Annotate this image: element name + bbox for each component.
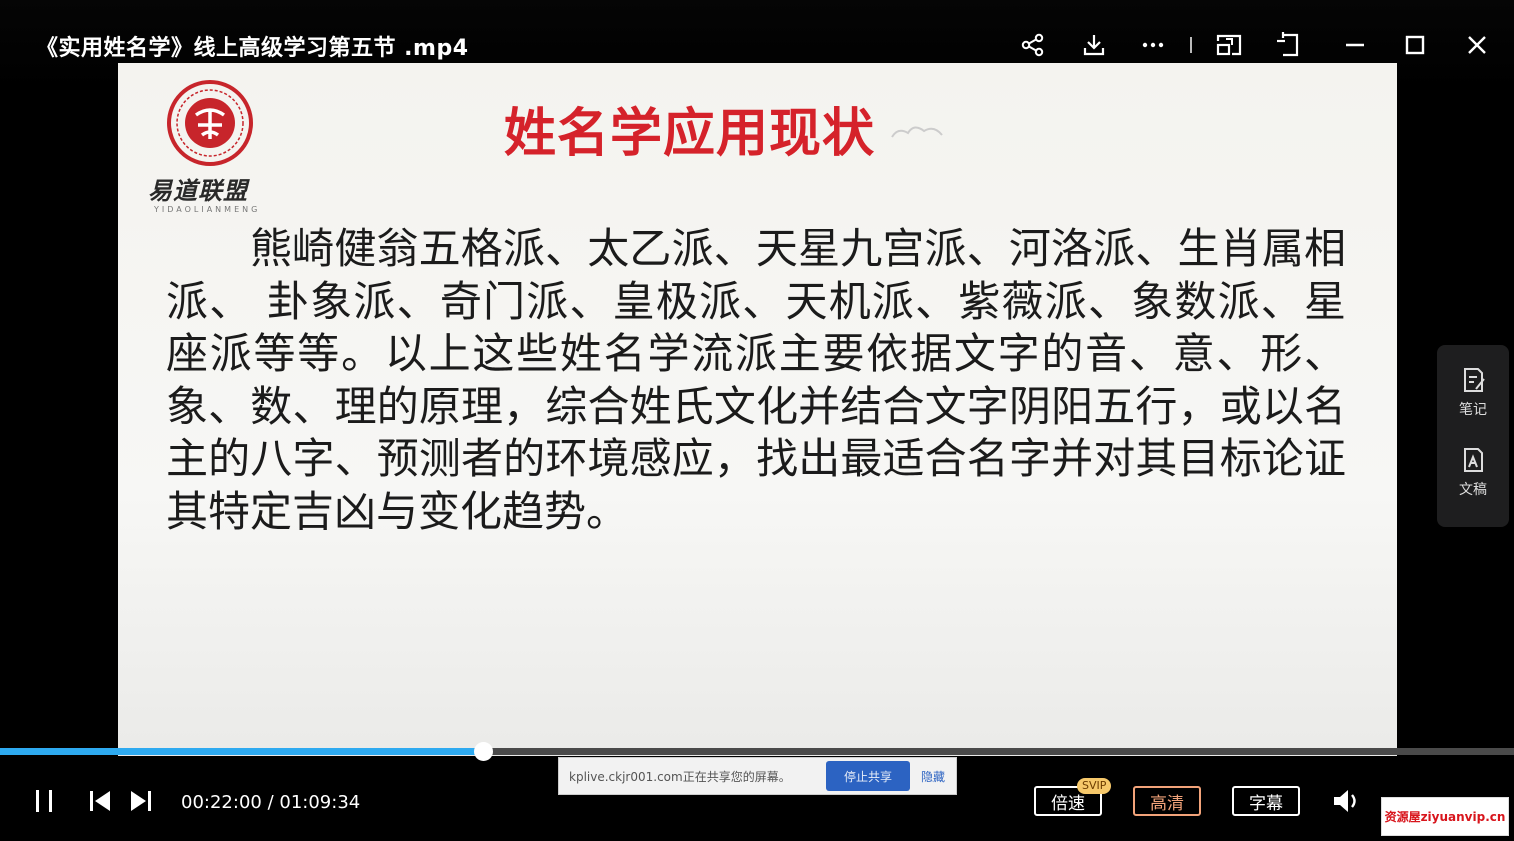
minimize-icon[interactable] [1338, 28, 1372, 62]
notes-button[interactable]: 笔记 [1437, 365, 1509, 419]
cloud-ornament-icon [891, 126, 943, 138]
transcript-icon [1464, 448, 1483, 472]
download-icon[interactable] [1077, 28, 1111, 62]
pin-window-icon[interactable] [1272, 28, 1306, 62]
pause-button[interactable] [30, 787, 58, 815]
more-icon[interactable] [1136, 28, 1170, 62]
video-frame[interactable]: 易道联盟 YIDAOLIANMENG 姓名学应用现状 熊崎健翁五格派、太乙派、天… [118, 63, 1397, 783]
notes-label: 笔记 [1459, 402, 1487, 418]
svip-badge: SVIP [1077, 778, 1112, 794]
transcript-button[interactable]: 文稿 [1437, 445, 1509, 499]
time-display: 00:22:00 / 01:09:34 [181, 792, 360, 813]
brand-name: 易道联盟 [148, 176, 248, 205]
share-icon[interactable] [1016, 28, 1050, 62]
share-notice-text: kplive.ckjr001.com正在共享您的屏幕。 [569, 769, 791, 784]
quality-button[interactable]: 高清 [1133, 786, 1201, 816]
slide-title: 姓名学应用现状 [504, 104, 876, 164]
watermark: 资源屋ziyuanvip.cn [1381, 797, 1509, 836]
progress-fill [0, 748, 483, 755]
stop-sharing-button[interactable]: 停止共享 [826, 761, 910, 791]
current-time: 00:22:00 [181, 792, 262, 813]
hide-notice-link[interactable]: 隐藏 [921, 768, 945, 785]
maximize-icon[interactable] [1398, 28, 1432, 62]
time-separator: / [267, 792, 274, 813]
next-icon [131, 791, 151, 811]
progress-handle[interactable] [473, 742, 493, 761]
subtitle-button[interactable]: 字幕 [1232, 786, 1300, 816]
notes-icon [1464, 368, 1485, 392]
pause-icon [36, 790, 52, 812]
previous-button[interactable] [86, 788, 114, 814]
previous-icon [90, 791, 110, 811]
transcript-label: 文稿 [1459, 482, 1487, 498]
slide-body-text: 熊崎健翁五格派、太乙派、天星九宫派、河洛派、生肖属相派、 卦象派、奇门派、皇极派… [166, 224, 1346, 536]
close-icon[interactable] [1460, 28, 1494, 62]
side-panel: 笔记 文稿 [1437, 345, 1509, 527]
window-title: 《实用姓名学》线上高级学习第五节 .mp4 [36, 36, 469, 61]
next-button[interactable] [127, 788, 155, 814]
title-bar-divider [1190, 37, 1192, 53]
brand-subtitle: YIDAOLIANMENG [154, 205, 261, 214]
seal-logo-icon [167, 80, 253, 166]
total-time: 01:09:34 [279, 792, 361, 813]
volume-icon [1334, 790, 1356, 812]
volume-button[interactable] [1330, 786, 1364, 816]
picture-in-picture-icon[interactable] [1212, 28, 1246, 62]
progress-bar[interactable] [0, 742, 1514, 761]
screen-share-notice: kplive.ckjr001.com正在共享您的屏幕。 停止共享 隐藏 [558, 757, 957, 795]
